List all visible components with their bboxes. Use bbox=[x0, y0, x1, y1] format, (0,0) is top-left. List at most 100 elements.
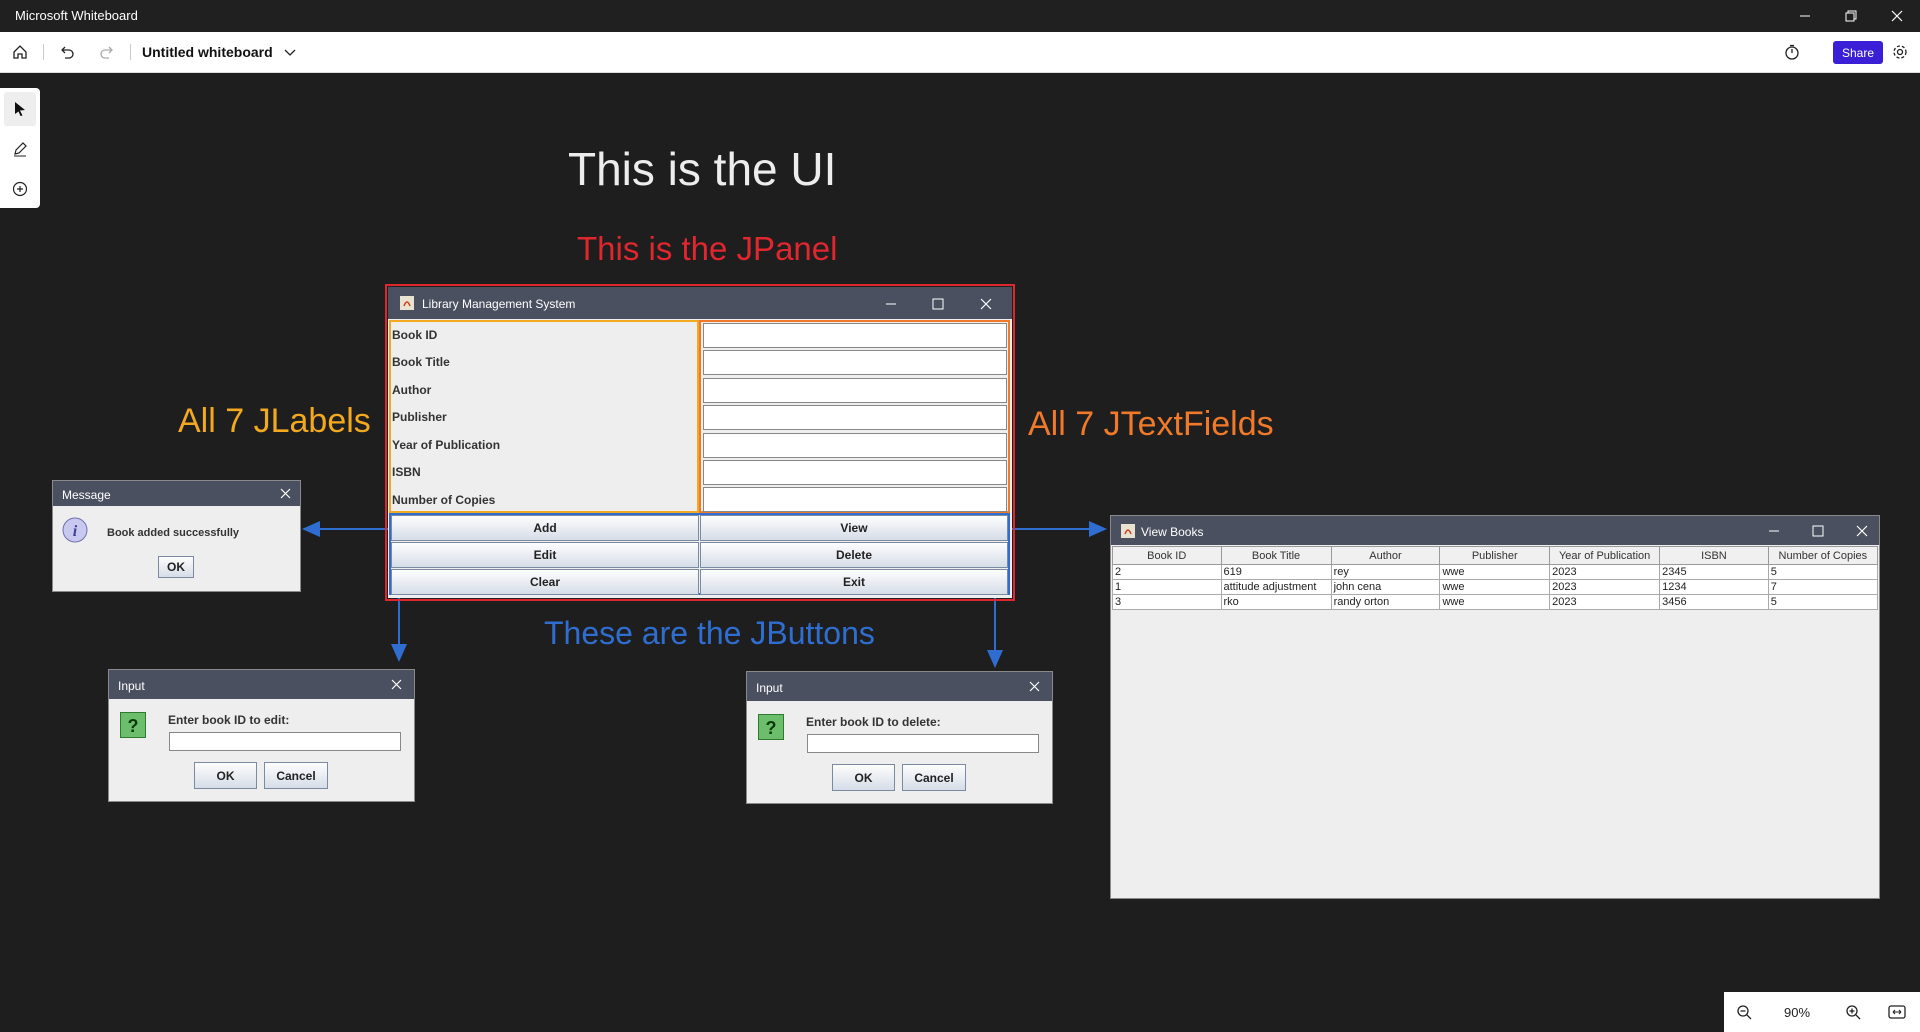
message-text: Book added successfully bbox=[107, 527, 240, 539]
column-header[interactable]: Book ID bbox=[1112, 546, 1222, 565]
table-cell[interactable]: 1234 bbox=[1659, 579, 1769, 595]
minimize-icon[interactable] bbox=[1768, 525, 1780, 537]
view-button[interactable]: View bbox=[700, 515, 1008, 541]
book-title-field[interactable] bbox=[703, 350, 1007, 375]
column-header[interactable]: Author bbox=[1330, 546, 1441, 565]
minimize-icon[interactable] bbox=[885, 298, 897, 310]
dialog-title: Message bbox=[62, 488, 111, 502]
table-row[interactable]: 2 619 rey wwe 2023 2345 5 bbox=[1112, 564, 1879, 580]
edit-prompt: Enter book ID to edit: bbox=[168, 713, 290, 727]
table-cell[interactable]: 619 bbox=[1220, 564, 1332, 580]
ok-button[interactable]: OK bbox=[832, 764, 895, 791]
maximize-icon[interactable] bbox=[1812, 525, 1824, 537]
table-cell[interactable]: 3 bbox=[1112, 594, 1222, 610]
table-row[interactable]: 1 attitude adjustment john cena wwe 2023… bbox=[1112, 579, 1879, 595]
column-header[interactable]: Book Title bbox=[1220, 546, 1332, 565]
table-cell[interactable]: 2345 bbox=[1659, 564, 1769, 580]
label-book-id: Book ID bbox=[392, 328, 438, 342]
author-field[interactable] bbox=[703, 378, 1007, 403]
isbn-field[interactable] bbox=[703, 460, 1007, 485]
library-management-window: Library Management System Book ID Book T… bbox=[388, 287, 1012, 598]
edit-input-dialog: Input ? Enter book ID to edit: OK Cancel bbox=[108, 669, 415, 802]
table-cell[interactable]: randy orton bbox=[1330, 594, 1441, 610]
close-icon[interactable] bbox=[980, 298, 992, 310]
delete-id-input[interactable] bbox=[807, 734, 1039, 753]
exit-button[interactable]: Exit bbox=[700, 569, 1008, 595]
delete-prompt: Enter book ID to delete: bbox=[806, 715, 941, 729]
zoom-level[interactable]: 90% bbox=[1784, 1005, 1810, 1020]
delete-input-dialog: Input ? Enter book ID to delete: OK Canc… bbox=[746, 671, 1053, 804]
delete-button[interactable]: Delete bbox=[700, 542, 1008, 568]
publisher-field[interactable] bbox=[703, 405, 1007, 430]
year-field[interactable] bbox=[703, 433, 1007, 458]
dialog-title: Input bbox=[118, 679, 145, 693]
window-title-bar: Library Management System bbox=[388, 287, 1012, 319]
close-icon[interactable] bbox=[391, 679, 402, 690]
info-icon: i bbox=[62, 517, 88, 543]
maximize-icon[interactable] bbox=[932, 298, 944, 310]
dialog-title-bar: Message bbox=[53, 481, 300, 506]
message-dialog: Message i Book added successfully OK bbox=[52, 480, 301, 592]
clear-button[interactable]: Clear bbox=[391, 569, 699, 595]
column-header[interactable]: Publisher bbox=[1439, 546, 1551, 565]
label-author: Author bbox=[392, 383, 432, 397]
window-title: Library Management System bbox=[422, 297, 576, 311]
column-header[interactable]: Year of Publication bbox=[1549, 546, 1661, 565]
edit-button[interactable]: Edit bbox=[391, 542, 699, 568]
table-cell[interactable]: 1 bbox=[1112, 579, 1222, 595]
table-row[interactable]: 3 rko randy orton wwe 2023 3456 5 bbox=[1112, 594, 1879, 610]
close-icon[interactable] bbox=[1856, 525, 1868, 537]
table-cell[interactable]: wwe bbox=[1439, 594, 1551, 610]
table-cell[interactable]: 2023 bbox=[1549, 579, 1661, 595]
table-cell[interactable]: 7 bbox=[1767, 579, 1879, 595]
table-cell[interactable]: 5 bbox=[1767, 564, 1879, 580]
zoom-in-icon[interactable] bbox=[1845, 1004, 1861, 1020]
java-icon bbox=[400, 296, 414, 310]
cancel-button[interactable]: Cancel bbox=[902, 764, 966, 791]
fit-to-screen-icon[interactable] bbox=[1888, 1004, 1906, 1020]
table-cell[interactable]: 3456 bbox=[1659, 594, 1769, 610]
table-cell[interactable]: 2 bbox=[1112, 564, 1222, 580]
ok-button[interactable]: OK bbox=[158, 556, 194, 578]
table-cell[interactable]: rko bbox=[1220, 594, 1332, 610]
dialog-title-bar: Input bbox=[109, 670, 414, 699]
cancel-button[interactable]: Cancel bbox=[264, 762, 328, 789]
close-icon[interactable] bbox=[1029, 681, 1040, 692]
table-cell[interactable]: wwe bbox=[1439, 564, 1551, 580]
label-isbn: ISBN bbox=[392, 465, 421, 479]
add-button[interactable]: Add bbox=[391, 515, 699, 541]
window-title-bar: View Books bbox=[1111, 516, 1879, 545]
table-cell[interactable]: rey bbox=[1330, 564, 1441, 580]
ok-button[interactable]: OK bbox=[194, 762, 257, 789]
question-icon: ? bbox=[120, 712, 146, 738]
zoom-controls: 90% bbox=[1724, 992, 1920, 1032]
label-book-title: Book Title bbox=[392, 355, 450, 369]
label-year: Year of Publication bbox=[392, 438, 501, 452]
svg-text:?: ? bbox=[766, 718, 777, 738]
table-cell[interactable]: wwe bbox=[1439, 579, 1551, 595]
table-cell[interactable]: 2023 bbox=[1549, 564, 1661, 580]
edit-id-input[interactable] bbox=[169, 732, 401, 751]
svg-text:i: i bbox=[73, 523, 78, 540]
view-books-window: View Books Book ID Book Title Author Pub… bbox=[1110, 515, 1880, 899]
label-publisher: Publisher bbox=[392, 410, 447, 424]
table-cell[interactable]: john cena bbox=[1330, 579, 1441, 595]
window-title: View Books bbox=[1141, 525, 1204, 539]
table-cell[interactable]: attitude adjustment bbox=[1220, 579, 1332, 595]
table-header-row: Book ID Book Title Author Publisher Year… bbox=[1112, 546, 1879, 565]
column-header[interactable]: Number of Copies bbox=[1767, 546, 1879, 565]
question-icon: ? bbox=[758, 714, 784, 740]
svg-text:?: ? bbox=[128, 716, 139, 736]
dialog-title: Input bbox=[756, 681, 783, 695]
java-icon bbox=[1121, 524, 1135, 538]
books-table: Book ID Book Title Author Publisher Year… bbox=[1112, 546, 1879, 610]
table-cell[interactable]: 5 bbox=[1767, 594, 1879, 610]
label-copies: Number of Copies bbox=[392, 493, 496, 507]
copies-field[interactable] bbox=[703, 487, 1007, 512]
book-id-field[interactable] bbox=[703, 323, 1007, 348]
table-cell[interactable]: 2023 bbox=[1549, 594, 1661, 610]
zoom-out-icon[interactable] bbox=[1736, 1004, 1752, 1020]
dialog-title-bar: Input bbox=[747, 672, 1052, 701]
column-header[interactable]: ISBN bbox=[1659, 546, 1769, 565]
close-icon[interactable] bbox=[280, 488, 291, 499]
